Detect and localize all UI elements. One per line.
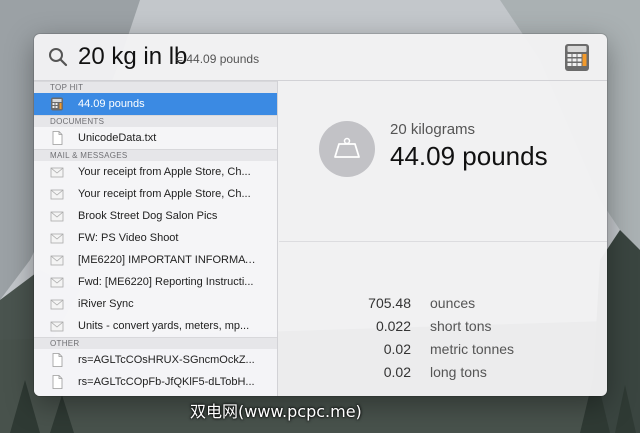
conversion-unit: short tons bbox=[430, 318, 492, 334]
result-label: Your receipt from Apple Store, Ch... bbox=[78, 166, 251, 178]
result-item-mail[interactable]: iRiver Sync bbox=[34, 293, 277, 315]
mail-icon bbox=[50, 321, 64, 332]
result-label: Fwd: [ME6220] Reporting Instructi... bbox=[78, 276, 254, 288]
result-label: rs=AGLTcCOsHRUX-SGncmOckZ... bbox=[78, 354, 255, 366]
conversion-unit: long tons bbox=[430, 364, 487, 380]
result-item-mail[interactable]: Brook Street Dog Salon Pics bbox=[34, 205, 277, 227]
result-label: UnicodeData.txt bbox=[78, 132, 157, 144]
section-header-top-hit: TOP HIT bbox=[34, 81, 277, 93]
conversion-from: 20 kilograms bbox=[390, 121, 476, 138]
result-label: [ME6220] IMPORTANT INFORMAT... bbox=[78, 254, 258, 266]
result-item-top-hit[interactable]: 44.09 pounds bbox=[34, 93, 277, 115]
conversion-unit: ounces bbox=[430, 295, 476, 311]
conversion-row: 0.022 short tons bbox=[279, 318, 607, 341]
mail-icon bbox=[50, 211, 64, 222]
section-header-mail: MAIL & MESSAGES bbox=[34, 149, 277, 161]
search-icon bbox=[49, 48, 68, 67]
result-label: rs=AGLTcCOpFb-JfQKlF5-dLTobH... bbox=[78, 376, 255, 388]
results-list: TOP HIT 44.09 pounds DOCUMENTS UnicodeDa… bbox=[34, 81, 278, 396]
result-item-document[interactable]: UnicodeData.txt bbox=[34, 127, 277, 149]
conversion-row: 0.02 metric tonnes bbox=[279, 341, 607, 364]
section-header-other: OTHER bbox=[34, 337, 277, 349]
inline-answer: = 44.09 pounds bbox=[176, 52, 260, 66]
result-item-mail[interactable]: Your receipt from Apple Store, Ch... bbox=[34, 161, 277, 183]
result-label: 44.09 pounds bbox=[78, 98, 145, 110]
mail-icon bbox=[50, 233, 64, 244]
conversion-value: 0.02 bbox=[383, 341, 411, 357]
conversion-value: 0.022 bbox=[375, 318, 411, 334]
watermark-text: 双电网(www.pcpc.me) bbox=[190, 402, 362, 421]
document-icon bbox=[52, 131, 63, 145]
section-header-documents: DOCUMENTS bbox=[34, 115, 277, 127]
result-item-mail[interactable]: Fwd: [ME6220] Reporting Instructi... bbox=[34, 271, 277, 293]
mail-icon bbox=[50, 189, 64, 200]
preview-pane: 20 kilograms 44.09 pounds 705.48 ounces … bbox=[279, 81, 607, 396]
result-label: iRiver Sync bbox=[78, 298, 134, 310]
result-label: Your receipt from Apple Store, Ch... bbox=[78, 188, 251, 200]
result-label: Brook Street Dog Salon Pics bbox=[78, 210, 218, 222]
conversion-row: 705.48 ounces bbox=[279, 295, 607, 318]
conversion-result: 44.09 pounds bbox=[390, 141, 548, 171]
mail-icon bbox=[50, 167, 64, 178]
conversion-row: 0.02 long tons bbox=[279, 364, 607, 387]
calculator-icon bbox=[51, 97, 63, 111]
mail-icon bbox=[50, 299, 64, 310]
conversion-value: 0.02 bbox=[383, 364, 411, 380]
calculator-icon bbox=[565, 44, 589, 71]
spotlight-window: 20 kg in lb = 44.09 pounds TOP HIT 44.09… bbox=[34, 34, 607, 396]
conversion-unit: metric tonnes bbox=[430, 341, 515, 357]
conversion-table: 705.48 ounces 0.022 short tons 0.02 metr… bbox=[279, 295, 607, 387]
document-icon bbox=[52, 375, 63, 389]
mail-icon bbox=[50, 255, 64, 266]
result-item-mail[interactable]: FW: PS Video Shoot bbox=[34, 227, 277, 249]
result-item-mail[interactable]: Units - convert yards, meters, mp... bbox=[34, 315, 277, 337]
scale-icon bbox=[319, 121, 375, 177]
search-input[interactable]: 20 kg in lb bbox=[78, 43, 187, 71]
document-icon bbox=[52, 353, 63, 367]
result-label: Units - convert yards, meters, mp... bbox=[78, 320, 250, 332]
search-bar[interactable]: 20 kg in lb = 44.09 pounds bbox=[34, 34, 607, 81]
mail-icon bbox=[50, 277, 64, 288]
divider bbox=[279, 241, 607, 242]
result-item-other[interactable]: rs=AGLTcCOsHRUX-SGncmOckZ... bbox=[34, 349, 277, 371]
result-label: FW: PS Video Shoot bbox=[78, 232, 179, 244]
conversion-value: 705.48 bbox=[368, 295, 411, 311]
result-item-mail[interactable]: Your receipt from Apple Store, Ch... bbox=[34, 183, 277, 205]
result-item-mail[interactable]: [ME6220] IMPORTANT INFORMAT... bbox=[34, 249, 277, 271]
result-item-other[interactable]: rs=AGLTcCOpFb-JfQKlF5-dLTobH... bbox=[34, 371, 277, 393]
